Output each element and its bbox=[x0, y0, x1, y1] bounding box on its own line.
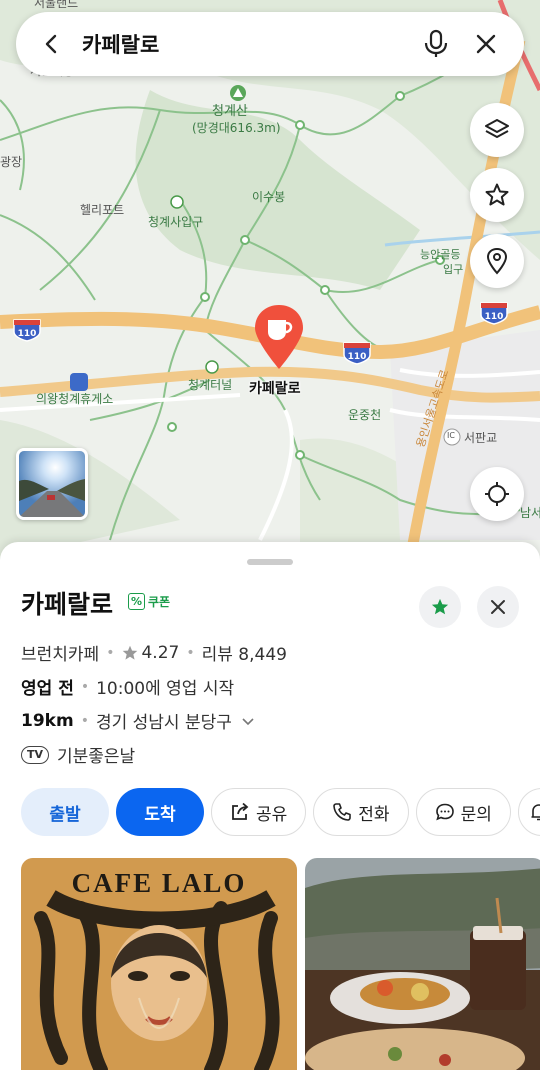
map-label: 입구 bbox=[443, 263, 464, 276]
map-label: 능안골등 bbox=[420, 248, 461, 261]
my-location-button[interactable] bbox=[470, 467, 524, 521]
search-query[interactable]: 카페랄로 bbox=[82, 29, 406, 59]
place-rating: 4.27 bbox=[141, 642, 180, 663]
map-label: 청계사입구 bbox=[148, 215, 204, 229]
place-photo-food[interactable] bbox=[305, 858, 540, 1070]
notification-button[interactable] bbox=[517, 788, 540, 836]
highway-shield-icon: 110 bbox=[479, 301, 509, 325]
location-pin-button[interactable] bbox=[470, 234, 524, 288]
bell-icon bbox=[531, 804, 540, 821]
coupon-badge[interactable]: % 쿠폰 bbox=[128, 593, 170, 610]
coupon-label: 쿠폰 bbox=[148, 595, 171, 609]
map-label: 광장 bbox=[0, 155, 23, 169]
svg-text:CAFE LALO: CAFE LALO bbox=[72, 868, 247, 898]
call-label: 전화 bbox=[358, 804, 390, 825]
inquiry-label: 문의 bbox=[460, 804, 492, 825]
back-arrow-icon[interactable] bbox=[34, 27, 68, 61]
map-label: 청계터널 bbox=[188, 378, 233, 392]
chat-bubble-icon bbox=[435, 803, 454, 821]
share-button[interactable]: 공유 bbox=[211, 788, 307, 836]
search-bar[interactable]: 카페랄로 bbox=[16, 12, 524, 76]
map-view[interactable]: 서울랜드 서울대공원 청계산 (망경대616.3m) 광장 이수봉 헬리포트 청… bbox=[0, 0, 540, 560]
ic-badge: IC bbox=[447, 431, 455, 440]
close-icon bbox=[491, 600, 505, 614]
map-label: 서울랜드 bbox=[34, 0, 79, 10]
map-label: 헬리포트 bbox=[80, 203, 125, 217]
business-hours: 10:00에 영업 시작 bbox=[96, 679, 235, 699]
crosshair-icon bbox=[485, 482, 509, 506]
tv-icon: TV bbox=[21, 745, 49, 764]
map-label: 남서 bbox=[520, 506, 540, 520]
svg-text:110: 110 bbox=[485, 312, 504, 322]
address-row[interactable]: 19km • 경기 성남시 분당구 bbox=[21, 708, 256, 733]
svg-text:110: 110 bbox=[18, 329, 37, 339]
star-filled-icon bbox=[431, 598, 449, 615]
highway-shield-icon: 110 bbox=[12, 318, 42, 342]
category-rating-row: 브런치카페 • 4.27 • 리뷰 8,449 bbox=[21, 640, 287, 666]
place-pin-marker[interactable] bbox=[252, 303, 306, 371]
favorites-button[interactable] bbox=[470, 168, 524, 222]
review-count[interactable]: 리뷰 8,449 bbox=[202, 640, 287, 665]
call-button[interactable]: 전화 bbox=[313, 788, 409, 836]
inquiry-button[interactable]: 문의 bbox=[415, 788, 511, 836]
map-label: 운중천 bbox=[348, 408, 382, 422]
share-label: 공유 bbox=[256, 804, 288, 825]
place-name: 카페랄로 bbox=[21, 590, 114, 619]
sheet-drag-handle[interactable] bbox=[247, 559, 293, 565]
arrive-button[interactable]: 도착 bbox=[116, 788, 204, 836]
place-category: 브런치카페 bbox=[21, 645, 100, 665]
highway-shield-icon: 110 bbox=[342, 341, 372, 365]
rating-star-icon bbox=[123, 645, 138, 660]
address: 경기 성남시 분당구 bbox=[95, 713, 232, 733]
business-status: 영업 전 bbox=[21, 679, 74, 699]
map-label: 이수봉 bbox=[252, 190, 286, 204]
map-label-mountain: 청계산 bbox=[212, 104, 248, 119]
action-buttons: 출발 도착 공유 전화 문의 bbox=[21, 788, 540, 836]
share-icon bbox=[232, 802, 249, 820]
distance: 19km bbox=[21, 710, 74, 731]
close-icon[interactable] bbox=[466, 24, 506, 64]
tv-show: 기분좋은날 bbox=[57, 747, 136, 767]
map-label: 의왕청계휴게소 bbox=[36, 392, 114, 406]
favorite-button[interactable] bbox=[419, 586, 461, 628]
star-icon bbox=[485, 183, 509, 206]
chevron-down-icon bbox=[242, 717, 254, 725]
svg-text:110: 110 bbox=[348, 352, 367, 362]
place-pin-label: 카페랄로 bbox=[249, 381, 301, 397]
layers-button[interactable] bbox=[470, 103, 524, 157]
street-view-thumbnail[interactable] bbox=[16, 448, 88, 520]
place-photo-logo[interactable]: CAFE LALO bbox=[21, 858, 297, 1070]
close-sheet-button[interactable] bbox=[477, 586, 519, 628]
hours-row[interactable]: 영업 전 • 10:00에 영업 시작 bbox=[21, 674, 235, 700]
map-label-mountain-peak: (망경대616.3m) bbox=[192, 121, 281, 135]
coupon-icon: % bbox=[128, 593, 145, 610]
tv-row: TV 기분좋은날 bbox=[21, 742, 135, 767]
phone-icon bbox=[333, 803, 352, 821]
layers-icon bbox=[485, 119, 509, 138]
map-pin-icon bbox=[486, 247, 508, 275]
place-detail-sheet[interactable]: 카페랄로 % 쿠폰 브런치카페 • 4.27 • 리뷰 8,449 영업 전 •… bbox=[0, 542, 540, 1070]
microphone-icon[interactable] bbox=[416, 24, 456, 64]
map-label: 서판교 bbox=[464, 431, 498, 445]
depart-button[interactable]: 출발 bbox=[21, 788, 109, 836]
